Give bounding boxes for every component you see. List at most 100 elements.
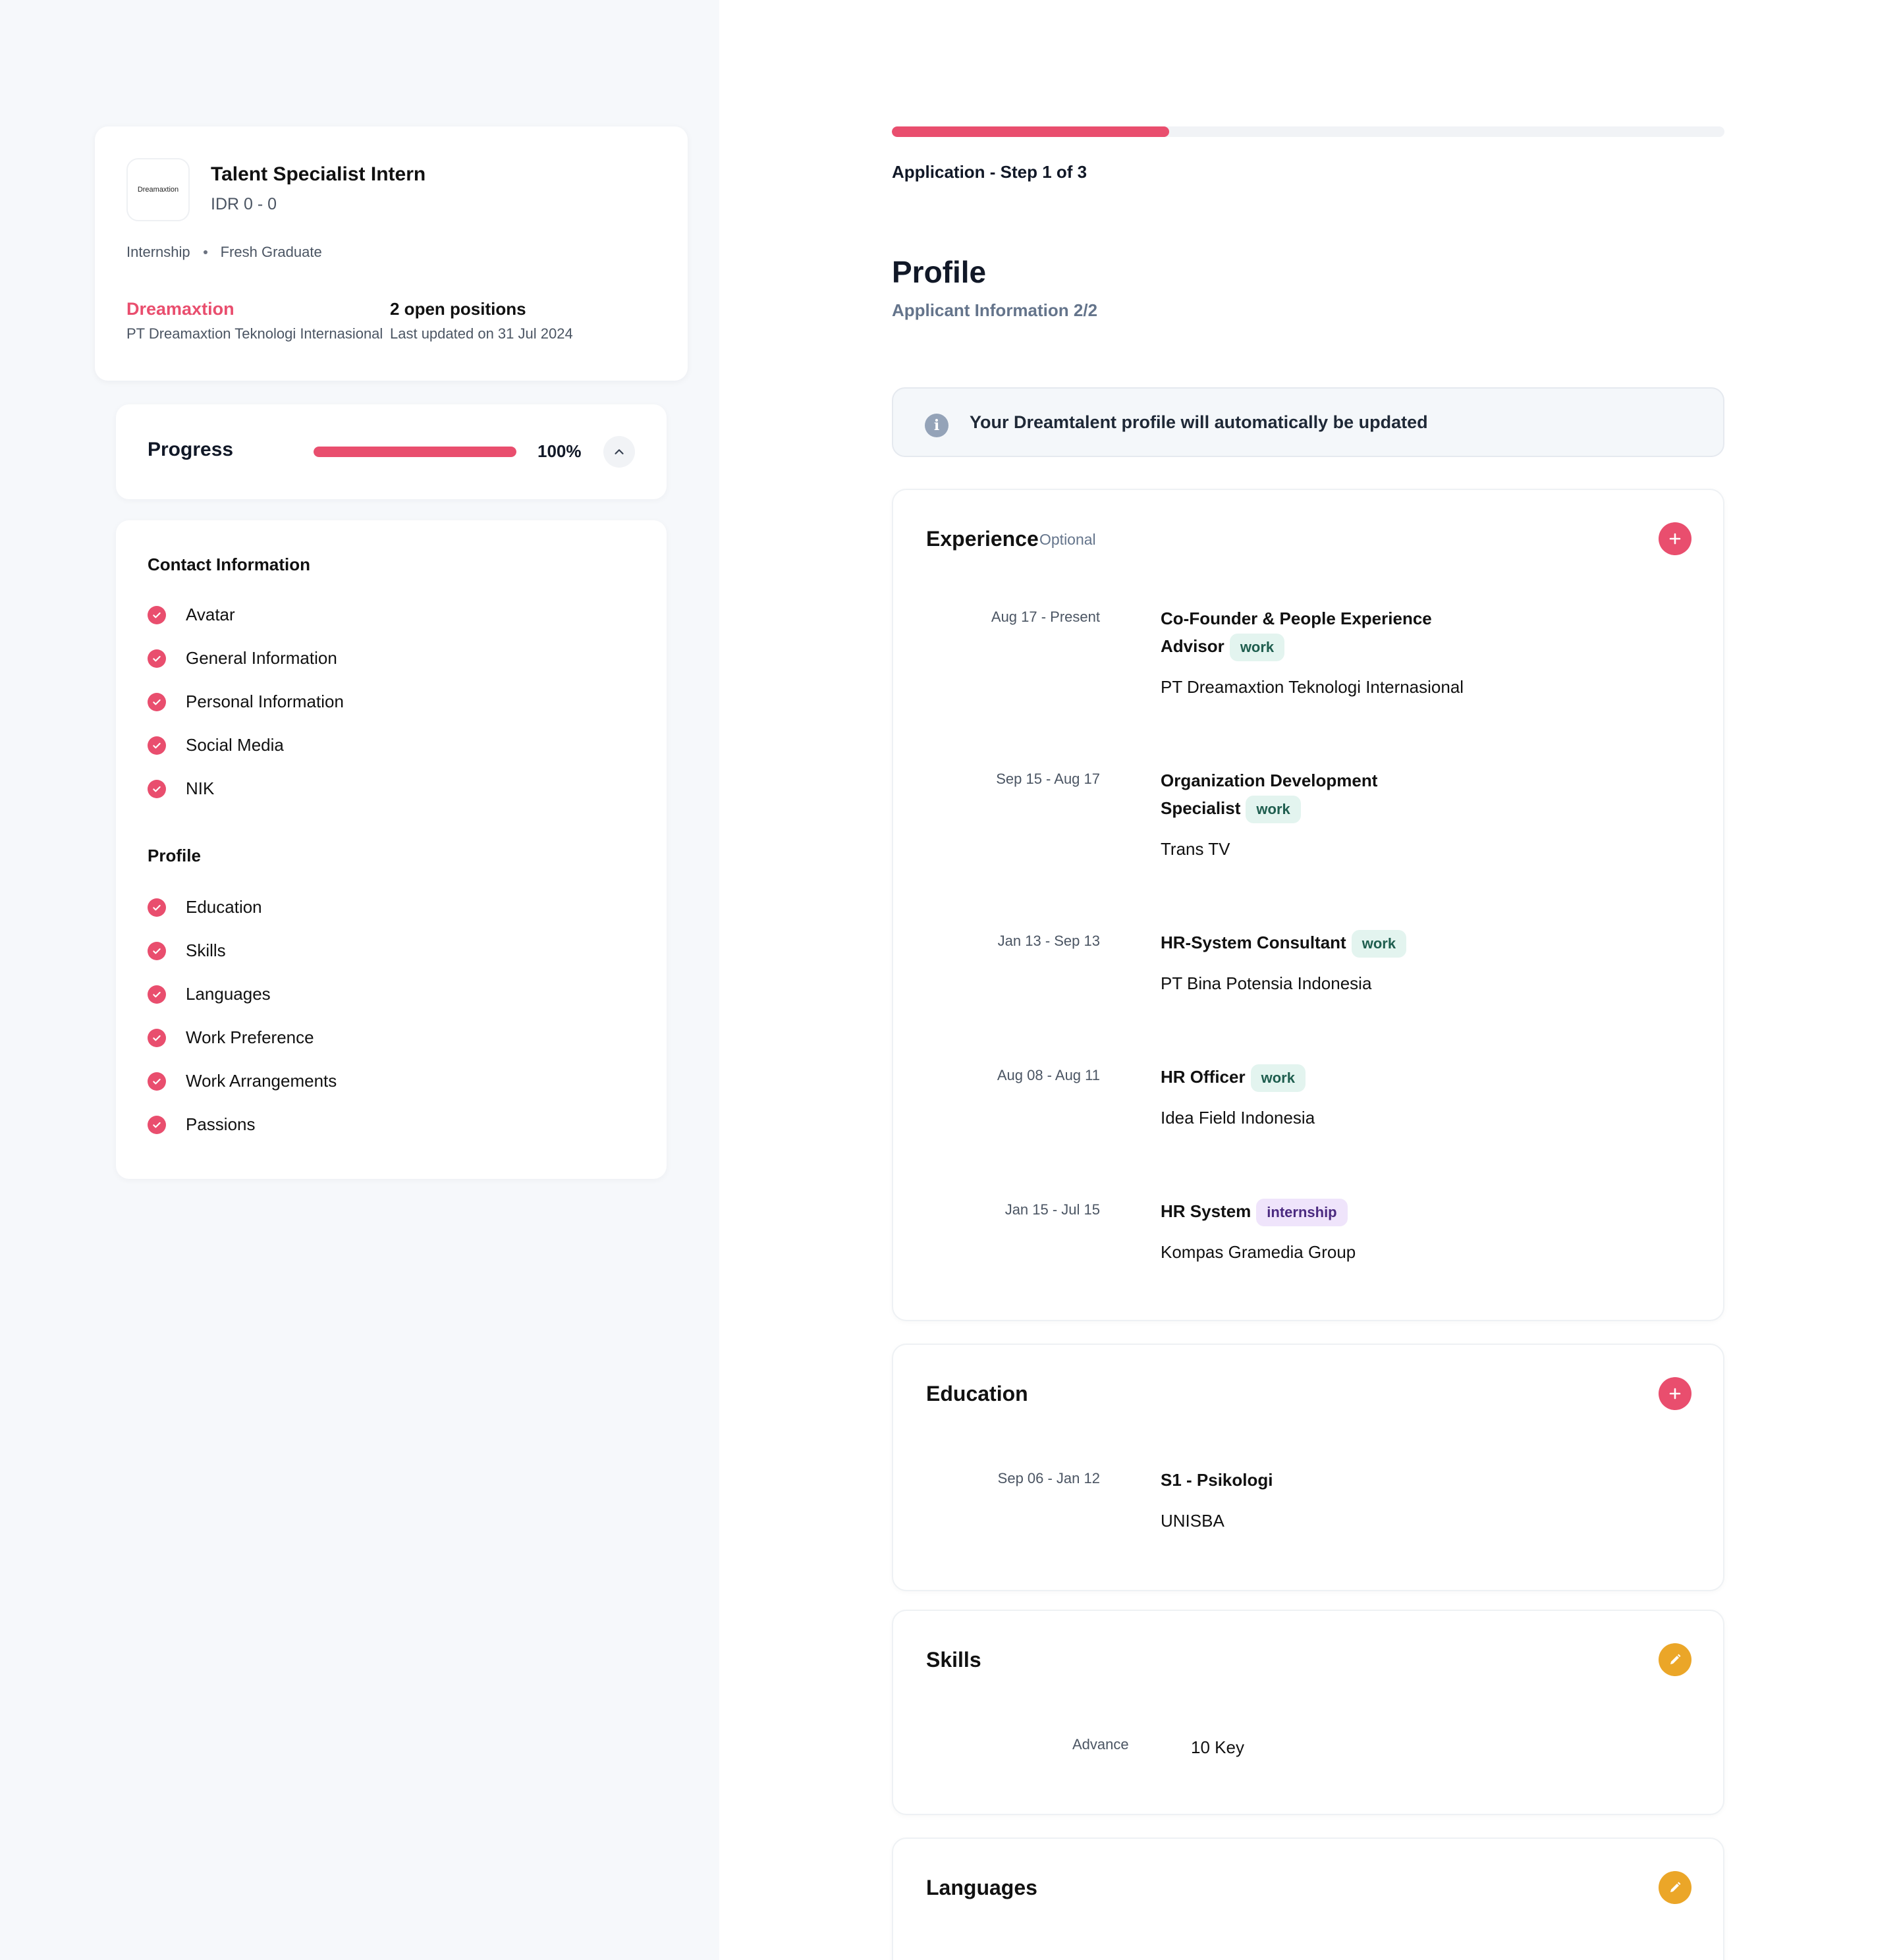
experience-company: PT Bina Potensia Indonesia (1161, 973, 1372, 993)
checklist-item[interactable]: Personal Information (148, 692, 344, 712)
collapse-button[interactable] (603, 436, 635, 468)
education-title: Education (926, 1382, 1028, 1405)
check-icon (153, 655, 161, 661)
checklist-item-label: Personal Information (186, 692, 344, 711)
checklist-item[interactable]: Passions (148, 1114, 256, 1135)
checklist-item[interactable]: Work Preference (148, 1027, 314, 1048)
employment-type-badge: work (1246, 796, 1301, 824)
check-icon (153, 742, 161, 748)
checklist-item-label: NIK (186, 778, 215, 798)
experience-role: Co-Founder & People Experience Advisor wo… (1161, 605, 1437, 662)
checklist-item[interactable]: Education (148, 897, 262, 917)
checklist-item-label: Work Arrangements (186, 1071, 337, 1091)
company-name-link[interactable]: Dreamaxtion (126, 299, 234, 319)
check-icon (153, 948, 161, 954)
experience-role: HR Officer work (1161, 1063, 1437, 1093)
checklist-item-label: Education (186, 897, 262, 917)
check-circle-icon (148, 649, 166, 668)
checklist-item[interactable]: Skills (148, 940, 226, 961)
checklist-item-label: Work Preference (186, 1027, 314, 1047)
checklist-item[interactable]: Avatar (148, 605, 235, 625)
job-card[interactable]: Dreamaxtion Talent Specialist Intern IDR… (95, 126, 688, 381)
skill-level: Advance (1072, 1736, 1129, 1753)
experience-period: Jan 13 - Sep 13 (997, 933, 1100, 949)
company-logo-text: Dreamaxtion (137, 186, 179, 194)
company-legal-name: PT Dreamaxtion Teknologi Internasional (126, 325, 383, 342)
add-education-button[interactable] (1659, 1377, 1691, 1410)
checklist-card: Contact Information Avatar General Inform… (116, 520, 667, 1179)
progress-percent: 100% (537, 441, 582, 461)
experience-title: Experience (926, 527, 1039, 551)
optional-label: Optional (1039, 531, 1096, 548)
check-circle-icon (148, 779, 166, 798)
checklist-item[interactable]: NIK (148, 778, 214, 799)
profile-heading: Profile (148, 846, 201, 865)
info-banner: i Your Dreamtalent profile will automati… (892, 387, 1724, 457)
checklist-item-label: Social Media (186, 735, 284, 755)
education-degree: S1 - Psikologi (1161, 1470, 1273, 1490)
check-circle-icon (148, 985, 166, 1004)
pencil-icon (1670, 1654, 1681, 1664)
employment-type-badge: work (1351, 930, 1407, 958)
experience-period: Aug 17 - Present (991, 609, 1100, 625)
progress-bar (314, 447, 516, 457)
checklist-item[interactable]: Languages (148, 984, 271, 1004)
pencil-icon (1670, 1882, 1681, 1892)
experience-role-text: HR System (1161, 1201, 1251, 1221)
experience-period: Sep 15 - Aug 17 (996, 771, 1100, 787)
progress-card: Progress 100% (116, 404, 667, 499)
company-logo: Dreamaxtion (126, 158, 190, 221)
employment-type-badge: internship (1256, 1199, 1348, 1227)
page-title: Profile (892, 255, 987, 289)
step-label: Application - Step 1 of 3 (892, 162, 1087, 182)
edit-skills-button[interactable] (1659, 1643, 1691, 1676)
open-positions: 2 open positions (390, 299, 526, 319)
checklist-item-label: Skills (186, 940, 226, 960)
checklist-item[interactable]: Work Arrangements (148, 1071, 337, 1091)
languages-title: Languages (926, 1876, 1037, 1899)
education-school: UNISBA (1161, 1511, 1224, 1531)
experience-role: HR System internship (1161, 1197, 1437, 1227)
page-subtitle: Applicant Information 2/2 (892, 300, 1098, 320)
checklist-item-label: General Information (186, 648, 337, 668)
check-circle-icon (148, 1115, 166, 1134)
check-circle-icon (148, 692, 166, 711)
experience-role-text: HR-System Consultant (1161, 933, 1346, 952)
experience-role-text: Co-Founder & People Experience Advisor (1161, 609, 1432, 656)
check-circle-icon (148, 1072, 166, 1091)
education-period: Sep 06 - Jan 12 (997, 1470, 1100, 1486)
check-icon (153, 612, 161, 618)
step-progress-bar (892, 126, 1724, 137)
experience-role: Organization Development Specialist work (1161, 767, 1437, 824)
last-updated: Last updated on 31 Jul 2024 (390, 325, 573, 342)
experience-period: Jan 15 - Jul 15 (1004, 1201, 1100, 1218)
check-icon (153, 991, 161, 997)
edit-languages-button[interactable] (1659, 1871, 1691, 1904)
check-icon (153, 786, 161, 792)
checklist-item[interactable]: General Information (148, 648, 337, 668)
check-circle-icon (148, 1028, 166, 1047)
experience-company: Trans TV (1161, 839, 1230, 859)
job-tags: Internship Fresh Graduate (126, 244, 322, 261)
job-salary: IDR 0 - 0 (211, 195, 277, 213)
plus-icon (1669, 533, 1681, 545)
experience-role-text: HR Officer (1161, 1067, 1246, 1087)
check-circle-icon (148, 736, 166, 755)
employment-type-badge: work (1250, 1064, 1306, 1093)
skill-name: 10 Key (1191, 1737, 1244, 1757)
progress-label: Progress (148, 439, 234, 460)
experience-company: PT Dreamaxtion Teknologi Internasional (1161, 677, 1464, 697)
left-pane: Dreamaxtion Talent Specialist Intern IDR… (0, 0, 719, 1960)
education-section: Education Sep 06 - Jan 12 S1 - Psikologi… (892, 1344, 1724, 1591)
check-icon (153, 1078, 161, 1084)
check-circle-icon (148, 898, 166, 917)
experience-company: Kompas Gramedia Group (1161, 1242, 1356, 1262)
checklist-item[interactable]: Social Media (148, 735, 284, 755)
add-experience-button[interactable] (1659, 522, 1691, 555)
job-tag: Fresh Graduate (220, 244, 322, 260)
skills-title: Skills (926, 1648, 981, 1672)
experience-company: Idea Field Indonesia (1161, 1108, 1315, 1128)
plus-icon (1669, 1388, 1681, 1400)
check-icon (153, 699, 161, 705)
check-icon (153, 1035, 161, 1041)
